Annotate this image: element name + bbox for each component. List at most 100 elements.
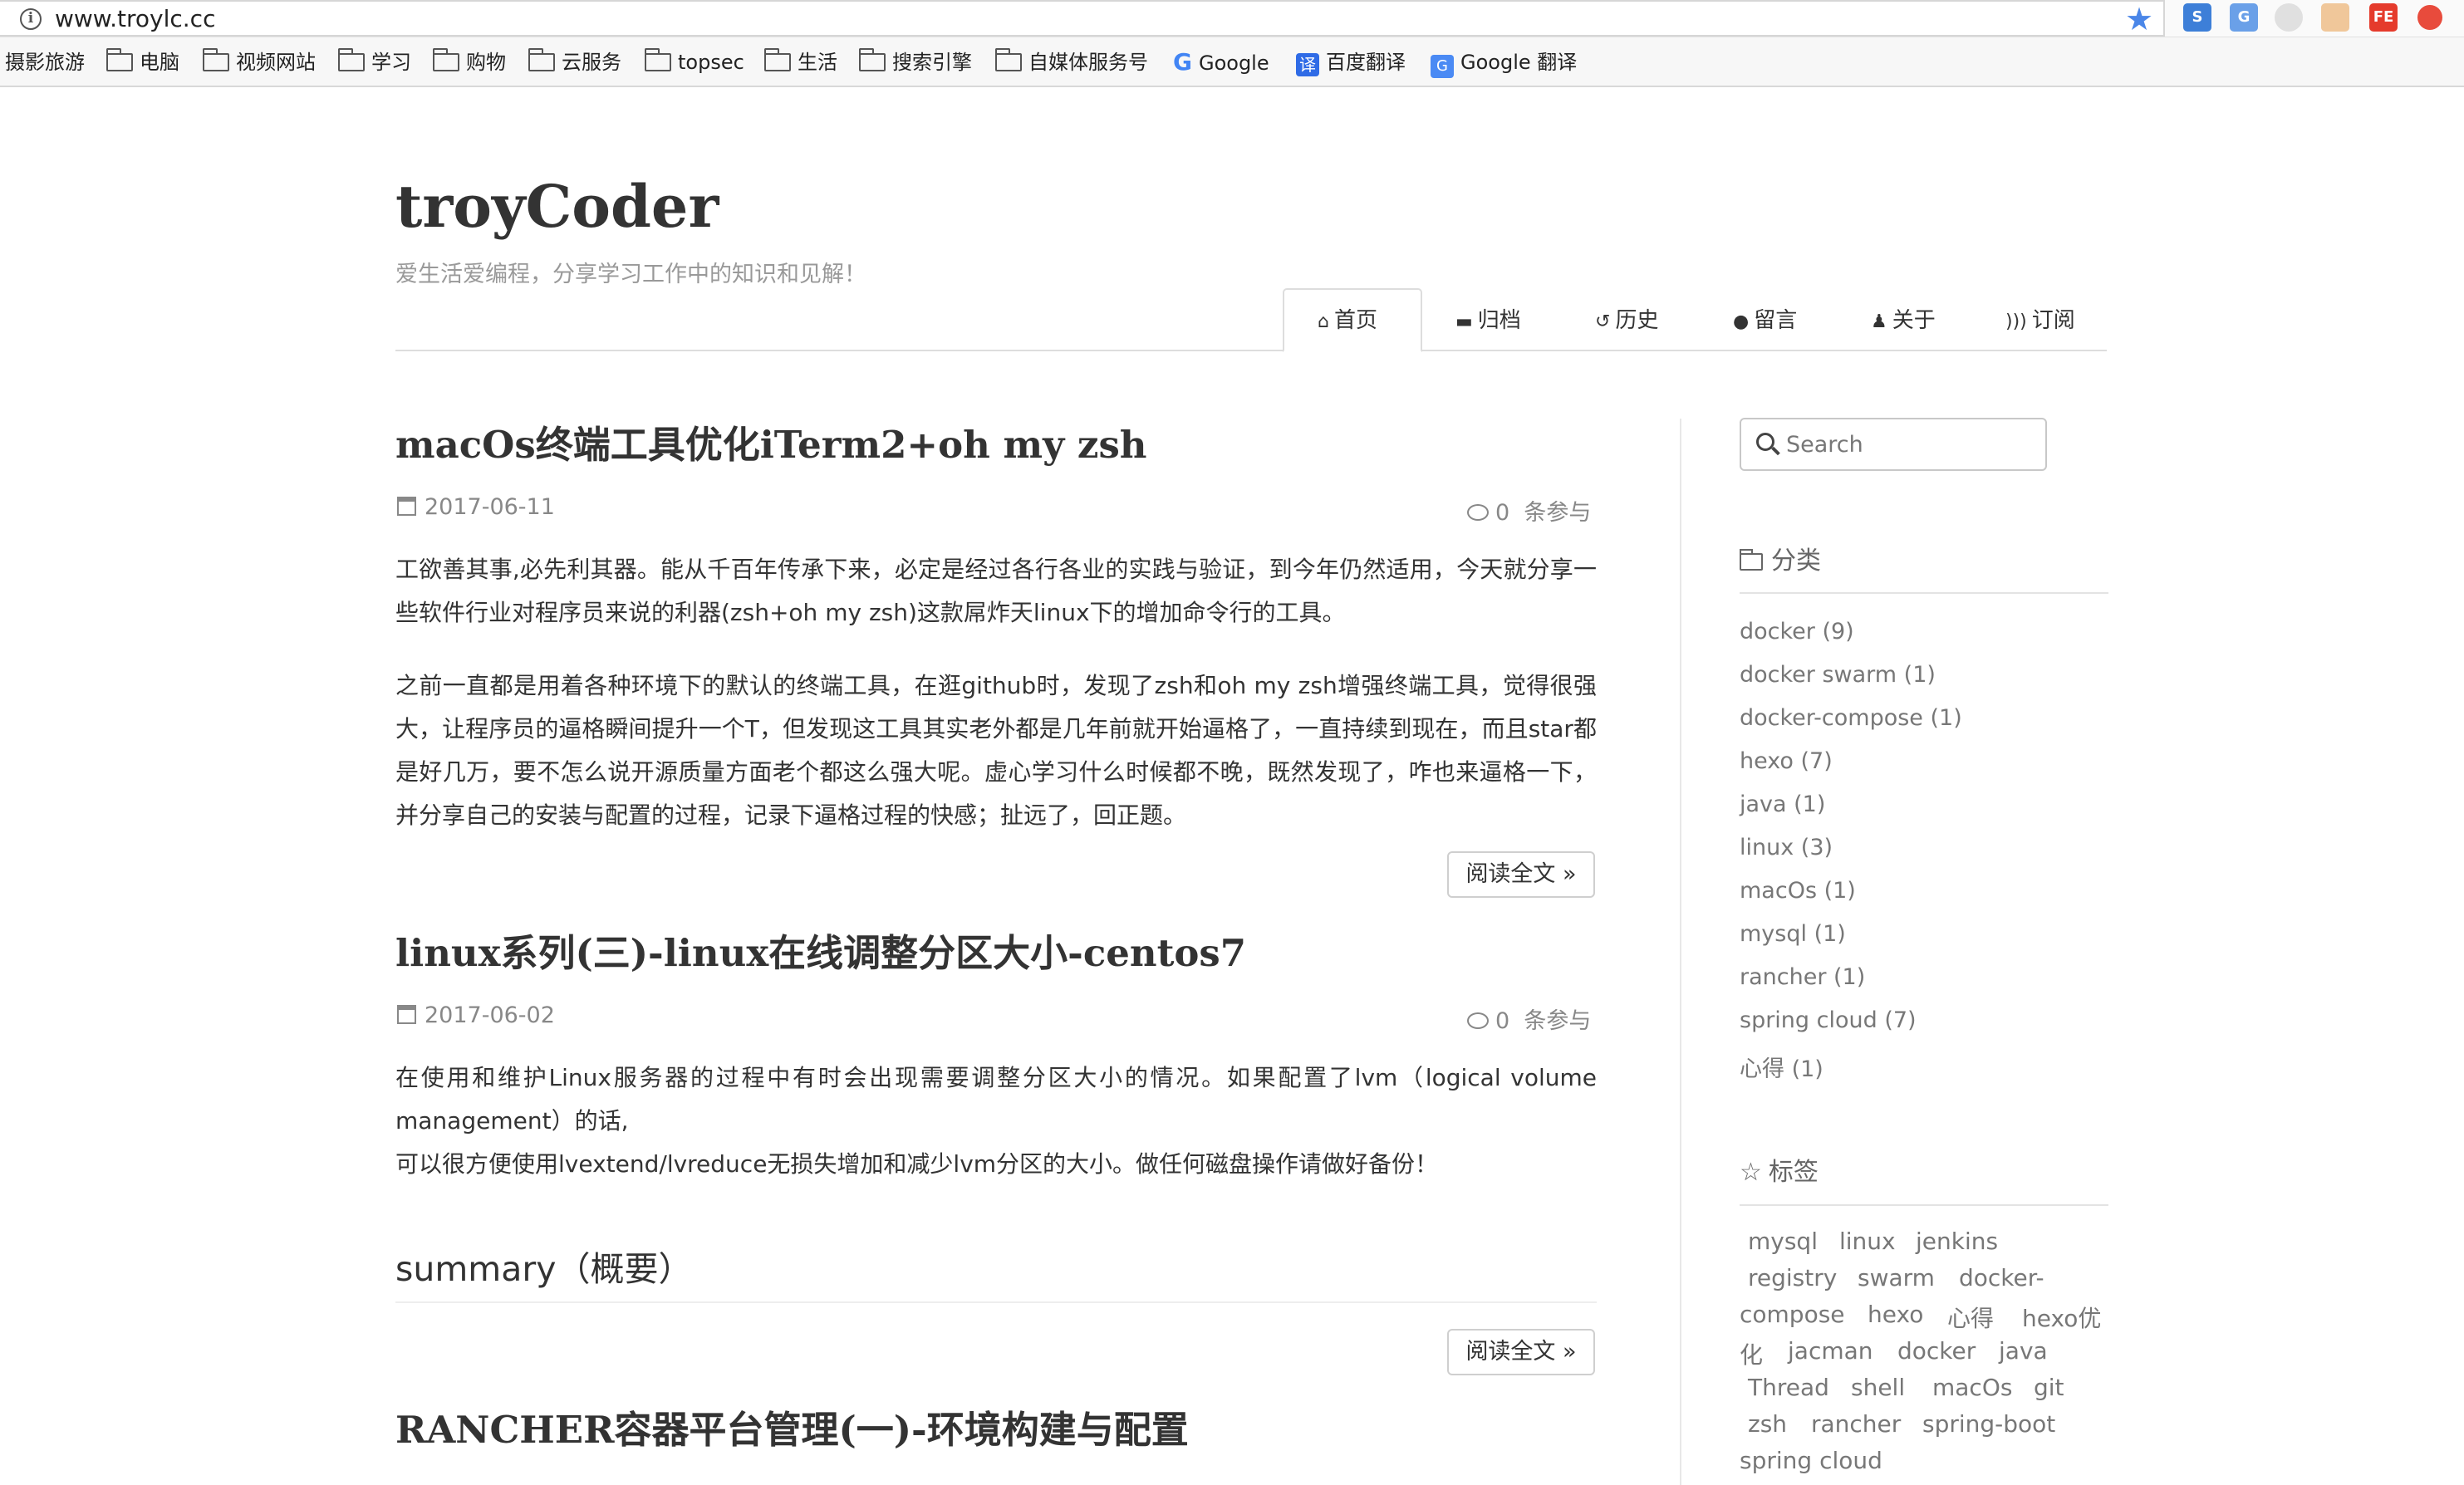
address-bar[interactable]: i www.troylc.cc ★ xyxy=(0,0,2165,37)
bookmark-label: 摄影旅游 xyxy=(5,51,85,74)
bookmark-label: topsec xyxy=(678,51,744,74)
star-outline-icon: ☆ xyxy=(1740,1158,1762,1187)
category-link[interactable]: hexo (7) xyxy=(1740,748,1833,774)
comment-icon xyxy=(1467,1012,1489,1029)
tag-link[interactable]: swarm xyxy=(1858,1264,1935,1291)
category-link[interactable]: 心得 (1) xyxy=(1740,1051,1823,1083)
post-title[interactable]: macOs终端工具优化iTerm2+oh my zsh xyxy=(395,422,1147,468)
category-link[interactable]: java (1) xyxy=(1740,792,1825,817)
nav-archive[interactable]: ▬ 归档 xyxy=(1455,306,1521,336)
tag-link[interactable]: Thread xyxy=(1748,1374,1829,1401)
read-more-button[interactable]: 阅读全文 » xyxy=(1447,1329,1595,1375)
bookmark-baidu-translate[interactable]: 译百度翻译 xyxy=(1296,48,1406,76)
tag-link[interactable]: registry xyxy=(1748,1264,1837,1291)
category-link[interactable]: rancher (1) xyxy=(1740,964,1865,990)
sidebar-divider xyxy=(1680,419,1681,1485)
nav-rss[interactable]: ))) 订阅 xyxy=(2005,306,2075,336)
bookmark-folder[interactable]: 云服务 xyxy=(528,48,621,76)
extension-s-icon[interactable]: S xyxy=(2183,3,2211,32)
tag-link[interactable]: hexo xyxy=(1868,1301,1923,1328)
bookmark-label: 搜索引擎 xyxy=(892,51,972,74)
nav-label: 历史 xyxy=(1615,308,1659,333)
tag-link[interactable]: hexo优 xyxy=(2022,1301,2101,1334)
search-box[interactable] xyxy=(1740,418,2047,471)
tags-divider xyxy=(1740,1204,2108,1206)
bookmark-folder[interactable]: 购物 xyxy=(432,48,506,76)
nav-about[interactable]: ♟ 关于 xyxy=(1871,306,1936,336)
post-comments[interactable]: 0 条参与 xyxy=(1467,494,1591,527)
nav-history[interactable]: ↺ 历史 xyxy=(1595,306,1658,336)
bookmark-label: Google 翻译 xyxy=(1460,51,1578,74)
site-subtitle: 爱生活爱编程，分享学习工作中的知识和见解！ xyxy=(395,262,866,287)
tag-link[interactable]: macOs xyxy=(1932,1374,2012,1401)
bookmark-google[interactable]: G Google xyxy=(1173,48,1269,76)
post-excerpt: 工欲善其事,必先利其器。能从千百年传承下来，必定是经过各行各业的实践与验证，到今… xyxy=(395,556,1597,626)
bookmark-folder[interactable]: 电脑 xyxy=(106,48,179,76)
nav-label: 留言 xyxy=(1754,308,1798,333)
tag-link[interactable]: rancher xyxy=(1811,1410,1901,1438)
bookmark-folder[interactable]: topsec xyxy=(644,48,744,76)
category-link[interactable]: docker (9) xyxy=(1740,619,1854,644)
post-title[interactable]: RANCHER容器平台管理(一)-环境构建与配置 xyxy=(395,1407,1189,1453)
categories-heading-text: 分类 xyxy=(1771,546,1821,576)
bookmark-label: 云服务 xyxy=(562,51,621,74)
extension-face-icon[interactable] xyxy=(2321,3,2349,32)
tag-link[interactable]: compose xyxy=(1740,1301,1845,1328)
extension-gray-icon[interactable] xyxy=(2275,3,2303,32)
tag-link[interactable]: 化 xyxy=(1740,1337,1763,1370)
category-link[interactable]: docker-compose (1) xyxy=(1740,705,1962,731)
tag-link[interactable]: linux xyxy=(1839,1228,1896,1255)
category-link[interactable]: linux (3) xyxy=(1740,835,1833,860)
tag-link[interactable]: docker xyxy=(1897,1337,1976,1365)
tag-link[interactable]: docker- xyxy=(1959,1264,2044,1291)
read-more-button[interactable]: 阅读全文 » xyxy=(1447,851,1595,898)
tag-link[interactable]: java xyxy=(1999,1337,2048,1365)
site-title[interactable]: troyCoder xyxy=(395,178,719,236)
tag-link[interactable]: jenkins xyxy=(1916,1228,1998,1255)
archive-icon: ▬ xyxy=(1455,311,1473,332)
nav-home[interactable]: ⌂ 首页 xyxy=(1318,306,1377,336)
folder-icon xyxy=(1739,549,1763,571)
tag-link[interactable]: mysql xyxy=(1748,1228,1818,1255)
bookmark-folder[interactable]: 自媒体服务号 xyxy=(994,48,1148,76)
comment-label: 条参与 xyxy=(1524,1008,1592,1034)
info-icon[interactable]: i xyxy=(20,8,42,30)
tag-link[interactable]: zsh xyxy=(1748,1410,1787,1438)
tag-link[interactable]: spring-boot xyxy=(1922,1410,2055,1438)
category-link[interactable]: spring cloud (7) xyxy=(1740,1007,1917,1033)
extension-fe-icon[interactable]: FE xyxy=(2369,3,2398,32)
extension-translate-icon[interactable]: G xyxy=(2230,3,2258,32)
bookmark-label: 视频网站 xyxy=(236,51,316,74)
nav-divider xyxy=(395,350,2107,351)
baidu-translate-icon: 译 xyxy=(1296,53,1319,76)
tag-link[interactable]: shell xyxy=(1851,1374,1905,1401)
bookmark-item[interactable]: 摄影旅游 xyxy=(5,48,85,76)
categories-divider xyxy=(1740,592,2108,594)
extension-red-icon[interactable] xyxy=(2417,5,2442,30)
category-link[interactable]: mysql (1) xyxy=(1740,921,1846,947)
bookmark-folder[interactable]: 搜索引擎 xyxy=(858,48,972,76)
rss-icon: ))) xyxy=(2005,311,2027,332)
search-input[interactable] xyxy=(1786,426,2035,463)
post-excerpt: 可以很方便使用lvextend/lvreduce无损失增加和减少lvm分区的大小… xyxy=(395,1150,1439,1178)
bookmark-label: Google xyxy=(1198,51,1269,75)
bookmark-star-icon[interactable]: ★ xyxy=(2125,1,2153,37)
bookmark-folder[interactable]: 生活 xyxy=(763,48,837,76)
url-text[interactable]: www.troylc.cc xyxy=(55,5,215,32)
bookmark-folder[interactable]: 视频网站 xyxy=(202,48,316,76)
tag-link[interactable]: 心得 xyxy=(1947,1301,1994,1334)
bookmark-folder[interactable]: 学习 xyxy=(337,48,411,76)
category-link[interactable]: docker swarm (1) xyxy=(1740,662,1936,688)
post-title[interactable]: linux系列(三)-linux在线调整分区大小-centos7 xyxy=(395,930,1246,977)
bookmark-label: 自媒体服务号 xyxy=(1028,51,1148,74)
tag-link[interactable]: git xyxy=(2034,1374,2064,1401)
nav-comments[interactable]: ● 留言 xyxy=(1733,306,1797,336)
category-link[interactable]: macOs (1) xyxy=(1740,878,1856,904)
bookmark-google-translate[interactable]: G Google 翻译 xyxy=(1431,48,1578,78)
bookmark-label: 购物 xyxy=(466,51,506,74)
tag-link[interactable]: jacman xyxy=(1788,1337,1873,1365)
post-comments[interactable]: 0 条参与 xyxy=(1467,1002,1591,1035)
categories-heading: 分类 xyxy=(1739,540,1821,576)
google-translate-icon: G xyxy=(1431,55,1454,78)
tag-link[interactable]: spring cloud xyxy=(1740,1447,1882,1474)
